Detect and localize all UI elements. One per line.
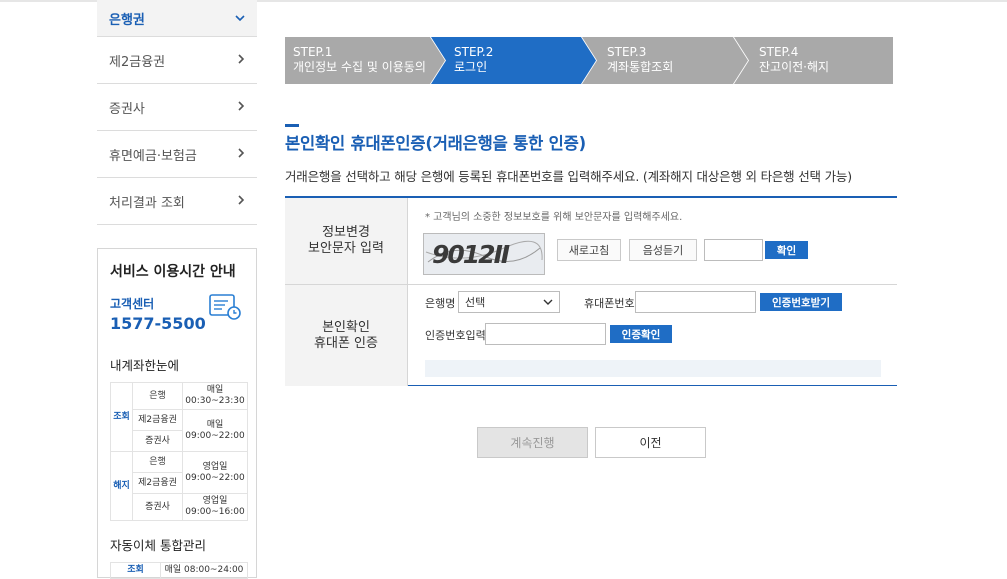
group-label: 조회 (110, 562, 161, 579)
captcha-input[interactable] (704, 239, 763, 261)
sidebar-item-securities[interactable]: 증권사 (97, 84, 257, 131)
captcha-text: 9012Ⅱ (432, 240, 510, 269)
step-2: STEP.2 로그인 (446, 37, 493, 84)
institution-label: 은행 (132, 451, 183, 473)
page-description: 거래은행을 선택하고 해당 은행에 등록된 휴대폰번호를 입력해주세요. (계좌… (285, 169, 852, 184)
service-hours-title: 서비스 이용시간 안내 (110, 264, 236, 280)
step-indicator: STEP.1 개인정보 수집 및 이용동의 STEP.2 로그인 STEP.3 … (285, 37, 893, 84)
table-row: 조회 매일 08:00~24:00 (110, 562, 248, 579)
step-1: STEP.1 개인정보 수집 및 이용동의 (285, 37, 426, 84)
institution-label: 은행 (132, 382, 183, 410)
chevron-right-icon (238, 147, 245, 161)
auth-message-bar (425, 360, 881, 377)
row-header-line: 휴대폰 인증 (314, 335, 378, 351)
phone-label: 휴대폰번호 (584, 297, 635, 310)
auto-transfer-table: 조회 매일 08:00~24:00 (110, 562, 248, 579)
captcha-note: * 고객님의 소중한 정보보호를 위해 보안문자를 입력해주세요. (425, 212, 683, 223)
row-header-line: 본인확인 (322, 319, 370, 335)
group-label: 조회 (110, 382, 133, 452)
step-4: STEP.4 잔고이전·해지 (751, 37, 829, 84)
captcha-row-header: 정보변경 보안문자 입력 (285, 198, 408, 284)
service-time: 매일 09:00~22:00 (182, 409, 248, 452)
step-number: STEP.4 (759, 45, 799, 59)
captcha-audio-button[interactable]: 음성듣기 (629, 239, 697, 261)
phone-auth-row-header: 본인확인 휴대폰 인증 (285, 285, 408, 386)
call-center-icon (208, 292, 242, 324)
phone-auth-row: 본인확인 휴대폰 인증 은행명 선택 휴대폰번호 인증번호받기 인증번호입력 인… (285, 285, 897, 386)
service-time: 영업일 09:00~16:00 (182, 493, 248, 521)
page-title: 본인확인 휴대폰인증(거래은행을 통한 인증) (285, 134, 586, 153)
sidebar-item-label: 휴면예금·보험금 (109, 148, 197, 164)
step-name: 잔고이전·해지 (759, 60, 830, 74)
bank-label: 은행명 (425, 297, 456, 310)
captcha-refresh-button[interactable]: 새로고침 (557, 239, 621, 261)
sidebar-item-label: 은행권 (109, 12, 145, 28)
service-hours-table: 조회 은행 매일 00:30~23:30 제2금융권 매일 09:00~22:0… (110, 382, 248, 521)
sidebar-item-results[interactable]: 처리결과 조회 (97, 178, 257, 225)
institution-label: 제2금융권 (132, 409, 183, 431)
code-input[interactable] (485, 323, 606, 345)
service-time: 매일 08:00~24:00 (160, 562, 248, 579)
code-label: 인증번호입력 (425, 329, 486, 342)
service-time: 영업일 09:00~22:00 (182, 451, 248, 494)
step-name: 로그인 (454, 60, 488, 74)
phone-input[interactable] (635, 291, 756, 313)
auth-form: 정보변경 보안문자 입력 * 고객님의 소중한 정보보호를 위해 보안문자를 입… (285, 196, 897, 386)
title-accent-bar (285, 124, 299, 127)
request-code-button[interactable]: 인증번호받기 (760, 293, 842, 311)
table-row: 해지 은행 영업일 09:00~22:00 (110, 451, 248, 521)
institution-label: 증권사 (132, 430, 183, 452)
account-heading: 내계좌한눈에 (110, 358, 180, 373)
sidebar-item-label: 처리결과 조회 (109, 195, 185, 211)
step-name: 계좌통합조회 (607, 60, 674, 74)
table-row: 조회 은행 매일 00:30~23:30 (110, 382, 248, 452)
continue-button[interactable]: 계속진행 (477, 427, 588, 458)
sidebar-item-2nd-finance[interactable]: 제2금융권 (97, 37, 257, 84)
previous-button[interactable]: 이전 (595, 427, 706, 458)
chevron-right-icon (238, 100, 245, 114)
step-number: STEP.1 (293, 45, 333, 59)
sidebar-item-label: 제2금융권 (109, 54, 166, 70)
sidebar-item-label: 증권사 (109, 101, 145, 117)
service-hours-panel: 서비스 이용시간 안내 고객센터 1577-5500 내계좌한눈에 조회 은행 … (97, 248, 257, 579)
captcha-row: 정보변경 보안문자 입력 * 고객님의 소중한 정보보호를 위해 보안문자를 입… (285, 198, 897, 285)
bank-select-value: 선택 (465, 296, 486, 309)
sidebar-item-dormant[interactable]: 휴면예금·보험금 (97, 131, 257, 178)
chevron-right-icon (238, 194, 245, 208)
auto-transfer-heading: 자동이체 통합관리 (110, 538, 206, 553)
service-time: 매일 00:30~23:30 (182, 382, 248, 410)
sidebar-item-bank[interactable]: 은행권 (97, 0, 257, 37)
chevron-right-icon (238, 53, 245, 67)
row-header-line: 보안문자 입력 (308, 241, 384, 256)
row-header-line: 정보변경 (322, 225, 370, 240)
step-3: STEP.3 계좌통합조회 (599, 37, 673, 84)
captcha-confirm-button[interactable]: 확인 (765, 241, 808, 259)
step-number: STEP.2 (454, 45, 494, 59)
bank-select[interactable]: 선택 (458, 291, 560, 313)
chevron-down-icon (235, 11, 245, 25)
chevron-down-icon (543, 296, 553, 309)
group-label: 해지 (110, 451, 133, 521)
institution-label: 제2금융권 (132, 472, 183, 494)
step-name: 개인정보 수집 및 이용동의 (293, 60, 426, 74)
captcha-image: 9012Ⅱ (423, 233, 545, 275)
institution-label: 증권사 (132, 493, 183, 521)
step-number: STEP.3 (607, 45, 647, 59)
sidebar: 은행권 제2금융권 증권사 휴면예금·보험금 처리결과 조회 (97, 0, 257, 225)
verify-code-button[interactable]: 인증확인 (610, 325, 672, 343)
